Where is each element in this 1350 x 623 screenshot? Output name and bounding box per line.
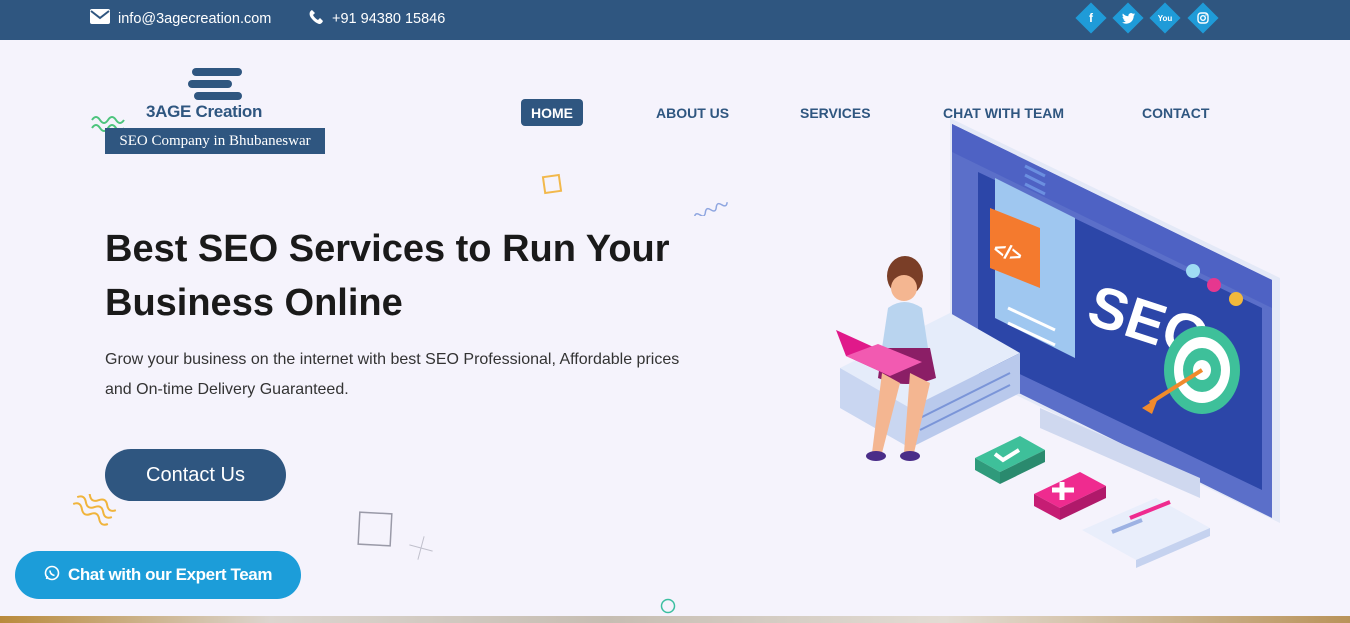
phone-icon [308,9,324,29]
contact-us-button[interactable]: Contact Us [105,449,286,501]
facebook-icon: f [1089,11,1093,25]
outline-square-decoration-icon [357,511,393,547]
instagram-icon [1188,3,1218,33]
youtube-icon: You [1157,13,1173,23]
nav-home[interactable]: HOME [521,99,583,126]
twitter-link[interactable] [1112,2,1144,34]
zigzag-decoration-icon [72,494,117,526]
hero-title-line-2: Business Online [105,282,403,324]
phone-link[interactable]: +91 94380 15846 [308,9,445,29]
hero-subtitle-line-2: and On-time Delivery Guaranteed. [105,381,349,398]
wave-decoration-icon [693,202,728,216]
hero-title-line-1: Best SEO Services to Run Your [105,228,670,270]
seo-illustration: </> SEO [836,118,1280,568]
instagram-link[interactable] [1187,2,1219,34]
next-section-preview [0,616,1350,623]
nav-about-us[interactable]: ABOUT US [656,99,729,126]
email-text: info@3agecreation.com [118,10,272,27]
envelope-icon [90,9,110,28]
logo-brand-name: 3AGE Creation [146,102,263,121]
facebook-link[interactable]: f [1075,2,1107,34]
youtube-link[interactable]: You [1149,2,1181,34]
site-logo[interactable]: 3AGE Creation SEO Company in Bhubaneswar [90,66,330,156]
logo-mark-icon [188,68,242,100]
square-decoration-icon [541,173,563,195]
chat-expert-team-label: Chat with our Expert Team [67,565,273,584]
hero-title: Best SEO Services to Run Your Business O… [105,222,745,330]
logo-tagline: SEO Company in Bhubaneswar [105,128,325,154]
chat-expert-team-button[interactable]: Chat with our Expert Team [15,551,301,599]
twitter-icon [1113,3,1143,33]
hero-subtitle: Grow your business on the internet with … [105,345,765,405]
whatsapp-icon [44,565,60,586]
cross-decoration-icon [409,536,433,560]
top-bar: info@3agecreation.com +91 94380 15846 f … [0,0,1350,40]
circle-decoration-icon [660,598,676,614]
phone-text: +91 94380 15846 [332,11,446,27]
hero-subtitle-line-1: Grow your business on the internet with … [105,351,680,368]
email-link[interactable]: info@3agecreation.com [90,9,271,28]
